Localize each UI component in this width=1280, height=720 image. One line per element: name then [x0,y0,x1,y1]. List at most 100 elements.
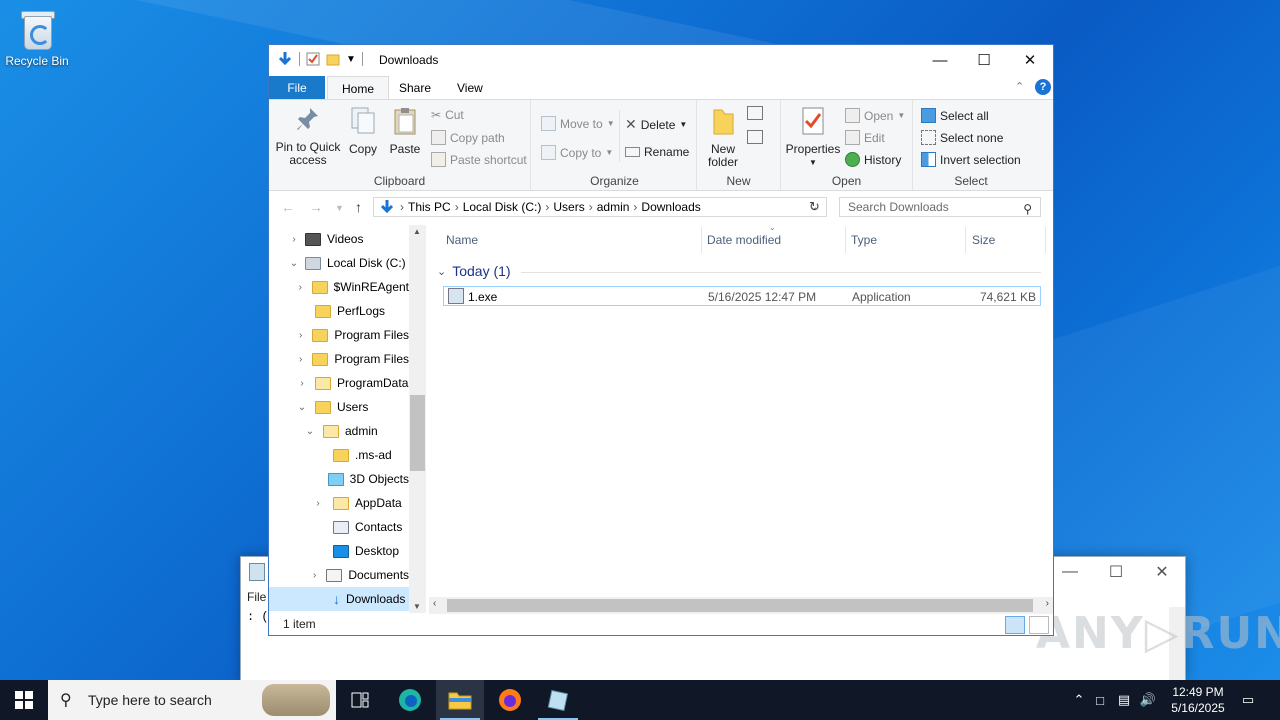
copy-to-button[interactable]: Copy to ▼ [541,145,613,160]
close-button[interactable]: ✕ [1139,557,1185,587]
open-button[interactable]: Open ▼ [845,108,905,123]
new-folder-icon[interactable] [326,52,340,66]
properties-icon[interactable] [306,52,320,66]
paste-button[interactable]: Paste [385,106,425,156]
tab-file[interactable]: File [269,76,325,100]
customize-dropdown-icon[interactable]: ▼ [346,54,356,65]
group-header-today[interactable]: ⌄ Today (1) [437,263,511,279]
history-icon [845,152,860,167]
breadcrumb-admin[interactable]: admin [597,200,630,214]
nav-item-3d-objects[interactable]: 3D Objects [269,467,409,491]
select-none-button[interactable]: Select none [921,130,1003,145]
properties-button[interactable]: Properties ▼ [783,106,843,169]
history-button[interactable]: History [845,152,901,167]
quick-access-toolbar: ▼ [277,51,363,67]
nav-item-videos[interactable]: › Videos [269,227,409,251]
nav-item-downloads[interactable]: ↓ Downloads [269,587,409,611]
task-view-button[interactable] [336,680,384,720]
column-header-date-modified[interactable]: Date modified [707,233,781,247]
menu-file[interactable]: File [247,590,266,604]
copy-to-icon [541,145,556,160]
nav-item-documents[interactable]: › Documents [269,563,409,587]
nav-item-perflogs[interactable]: PerfLogs [269,299,409,323]
copy-path-button[interactable]: Copy path [431,130,505,145]
nav-item-program-files-x86[interactable]: › Program Files [269,347,409,371]
recent-locations-icon[interactable]: ▼ [335,203,344,213]
cut-button[interactable]: ✂ Cut [431,108,464,122]
notepad-text[interactable]: : ( [247,610,269,624]
nav-pane-scrollbar[interactable]: ▲ ▼ [409,225,426,613]
show-hidden-icons-chevron-icon[interactable]: ⌃ [1070,692,1088,708]
nav-item-program-files[interactable]: › Program Files [269,323,409,347]
breadcrumb-local-disk[interactable]: Local Disk (C:) [463,200,542,214]
edge-button[interactable] [386,680,434,720]
table-row[interactable]: 1.exe 5/16/2025 12:47 PM Application 74,… [443,286,1041,306]
edit-button[interactable]: Edit [845,130,885,145]
recycle-bin-label: Recycle Bin [5,54,69,68]
nav-item-users[interactable]: ⌄ Users [269,395,409,419]
delete-button[interactable]: ✕ Delete ▼ [625,116,687,133]
start-button[interactable] [0,680,48,720]
navigation-pane[interactable]: › Videos ⌄ Local Disk (C:) › $WinREAgent Pe… [269,225,427,613]
column-header-type[interactable]: Type [851,233,877,247]
close-button[interactable]: ✕ [1007,45,1053,75]
network-icon[interactable]: ▤ [1112,692,1136,708]
rename-button[interactable]: Rename [625,145,689,159]
maximize-button[interactable]: ☐ [961,45,1007,75]
forward-arrow-icon[interactable]: → [309,199,323,215]
tab-home[interactable]: Home [327,76,390,100]
minimize-button[interactable]: — [917,45,963,75]
nav-item-appdata[interactable]: › AppData [269,491,409,515]
details-view-button[interactable] [1005,616,1025,634]
nav-item-ms-ad[interactable]: .ms-ad [269,443,409,467]
properties-icon [802,107,824,135]
large-icons-view-button[interactable] [1029,616,1049,634]
file-explorer-window[interactable]: ▼ Downloads — ☐ ✕ File Home Share View ⌃… [268,44,1054,636]
tab-share[interactable]: Share [385,76,445,100]
new-item-icon[interactable] [747,106,763,120]
search-input[interactable]: Search Downloads ⚲ [839,197,1041,217]
column-header-size[interactable]: Size [972,233,995,247]
paste-shortcut-button[interactable]: Paste shortcut [431,152,527,167]
maximize-button[interactable]: ☐ [1093,557,1139,587]
ribbon-tabs: File Home Share View ⌃ ? [269,76,1053,100]
collapse-ribbon-icon[interactable]: ⌃ [1015,80,1024,93]
nav-item-winreagent[interactable]: › $WinREAgent [269,275,409,299]
file-explorer-button[interactable] [436,680,484,720]
tab-view[interactable]: View [443,76,497,100]
nav-item-admin[interactable]: ⌄ admin [269,419,409,443]
select-all-button[interactable]: Select all [921,108,989,123]
move-to-button[interactable]: Move to ▼ [541,116,615,131]
nav-item-programdata[interactable]: › ProgramData [269,371,409,395]
new-folder-button[interactable]: New folder [701,106,745,169]
column-header-name[interactable]: Name [446,233,478,247]
clock[interactable]: 12:49 PM 5/16/2025 [1160,684,1236,716]
volume-icon[interactable]: 🔊 [1136,692,1160,708]
easy-access-icon[interactable] [747,130,763,144]
refresh-icon[interactable]: ↻ [809,199,820,215]
invert-selection-button[interactable]: Invert selection [921,152,1021,167]
back-arrow-icon[interactable]: ← [281,199,295,215]
meet-now-icon[interactable]: □ [1088,693,1112,708]
nav-item-contacts[interactable]: Contacts [269,515,409,539]
copy-path-icon [431,130,446,145]
up-arrow-icon[interactable]: ↑ [355,199,362,215]
nav-item-desktop[interactable]: Desktop [269,539,409,563]
breadcrumb-users[interactable]: Users [553,200,584,214]
horizontal-scrollbar[interactable]: ‹ › [429,597,1053,614]
breadcrumb-downloads[interactable]: Downloads [641,200,700,214]
breadcrumb-this-pc[interactable]: This PC [408,200,451,214]
firefox-button[interactable] [486,680,534,720]
file-list[interactable]: ⌄ Name Date modified Type Size ⌄ Today (1… [429,223,1049,613]
notepad-button[interactable] [534,680,582,720]
help-icon[interactable]: ? [1035,79,1051,95]
pin-icon [297,108,318,130]
recycle-bin-shortcut[interactable]: Recycle Bin [4,6,70,68]
folder-icon [333,496,349,510]
notifications-icon[interactable]: ▭ [1236,680,1260,720]
pin-to-quick-access-button[interactable]: Pin to Quick access [275,106,341,167]
taskbar-search-box[interactable]: ⚲ Type here to search [48,680,336,720]
address-bar[interactable]: › This PC › Local Disk (C:) › Users › admin … [373,197,827,217]
copy-button[interactable]: Copy [343,106,383,156]
nav-item-local-disk[interactable]: ⌄ Local Disk (C:) [269,251,409,275]
